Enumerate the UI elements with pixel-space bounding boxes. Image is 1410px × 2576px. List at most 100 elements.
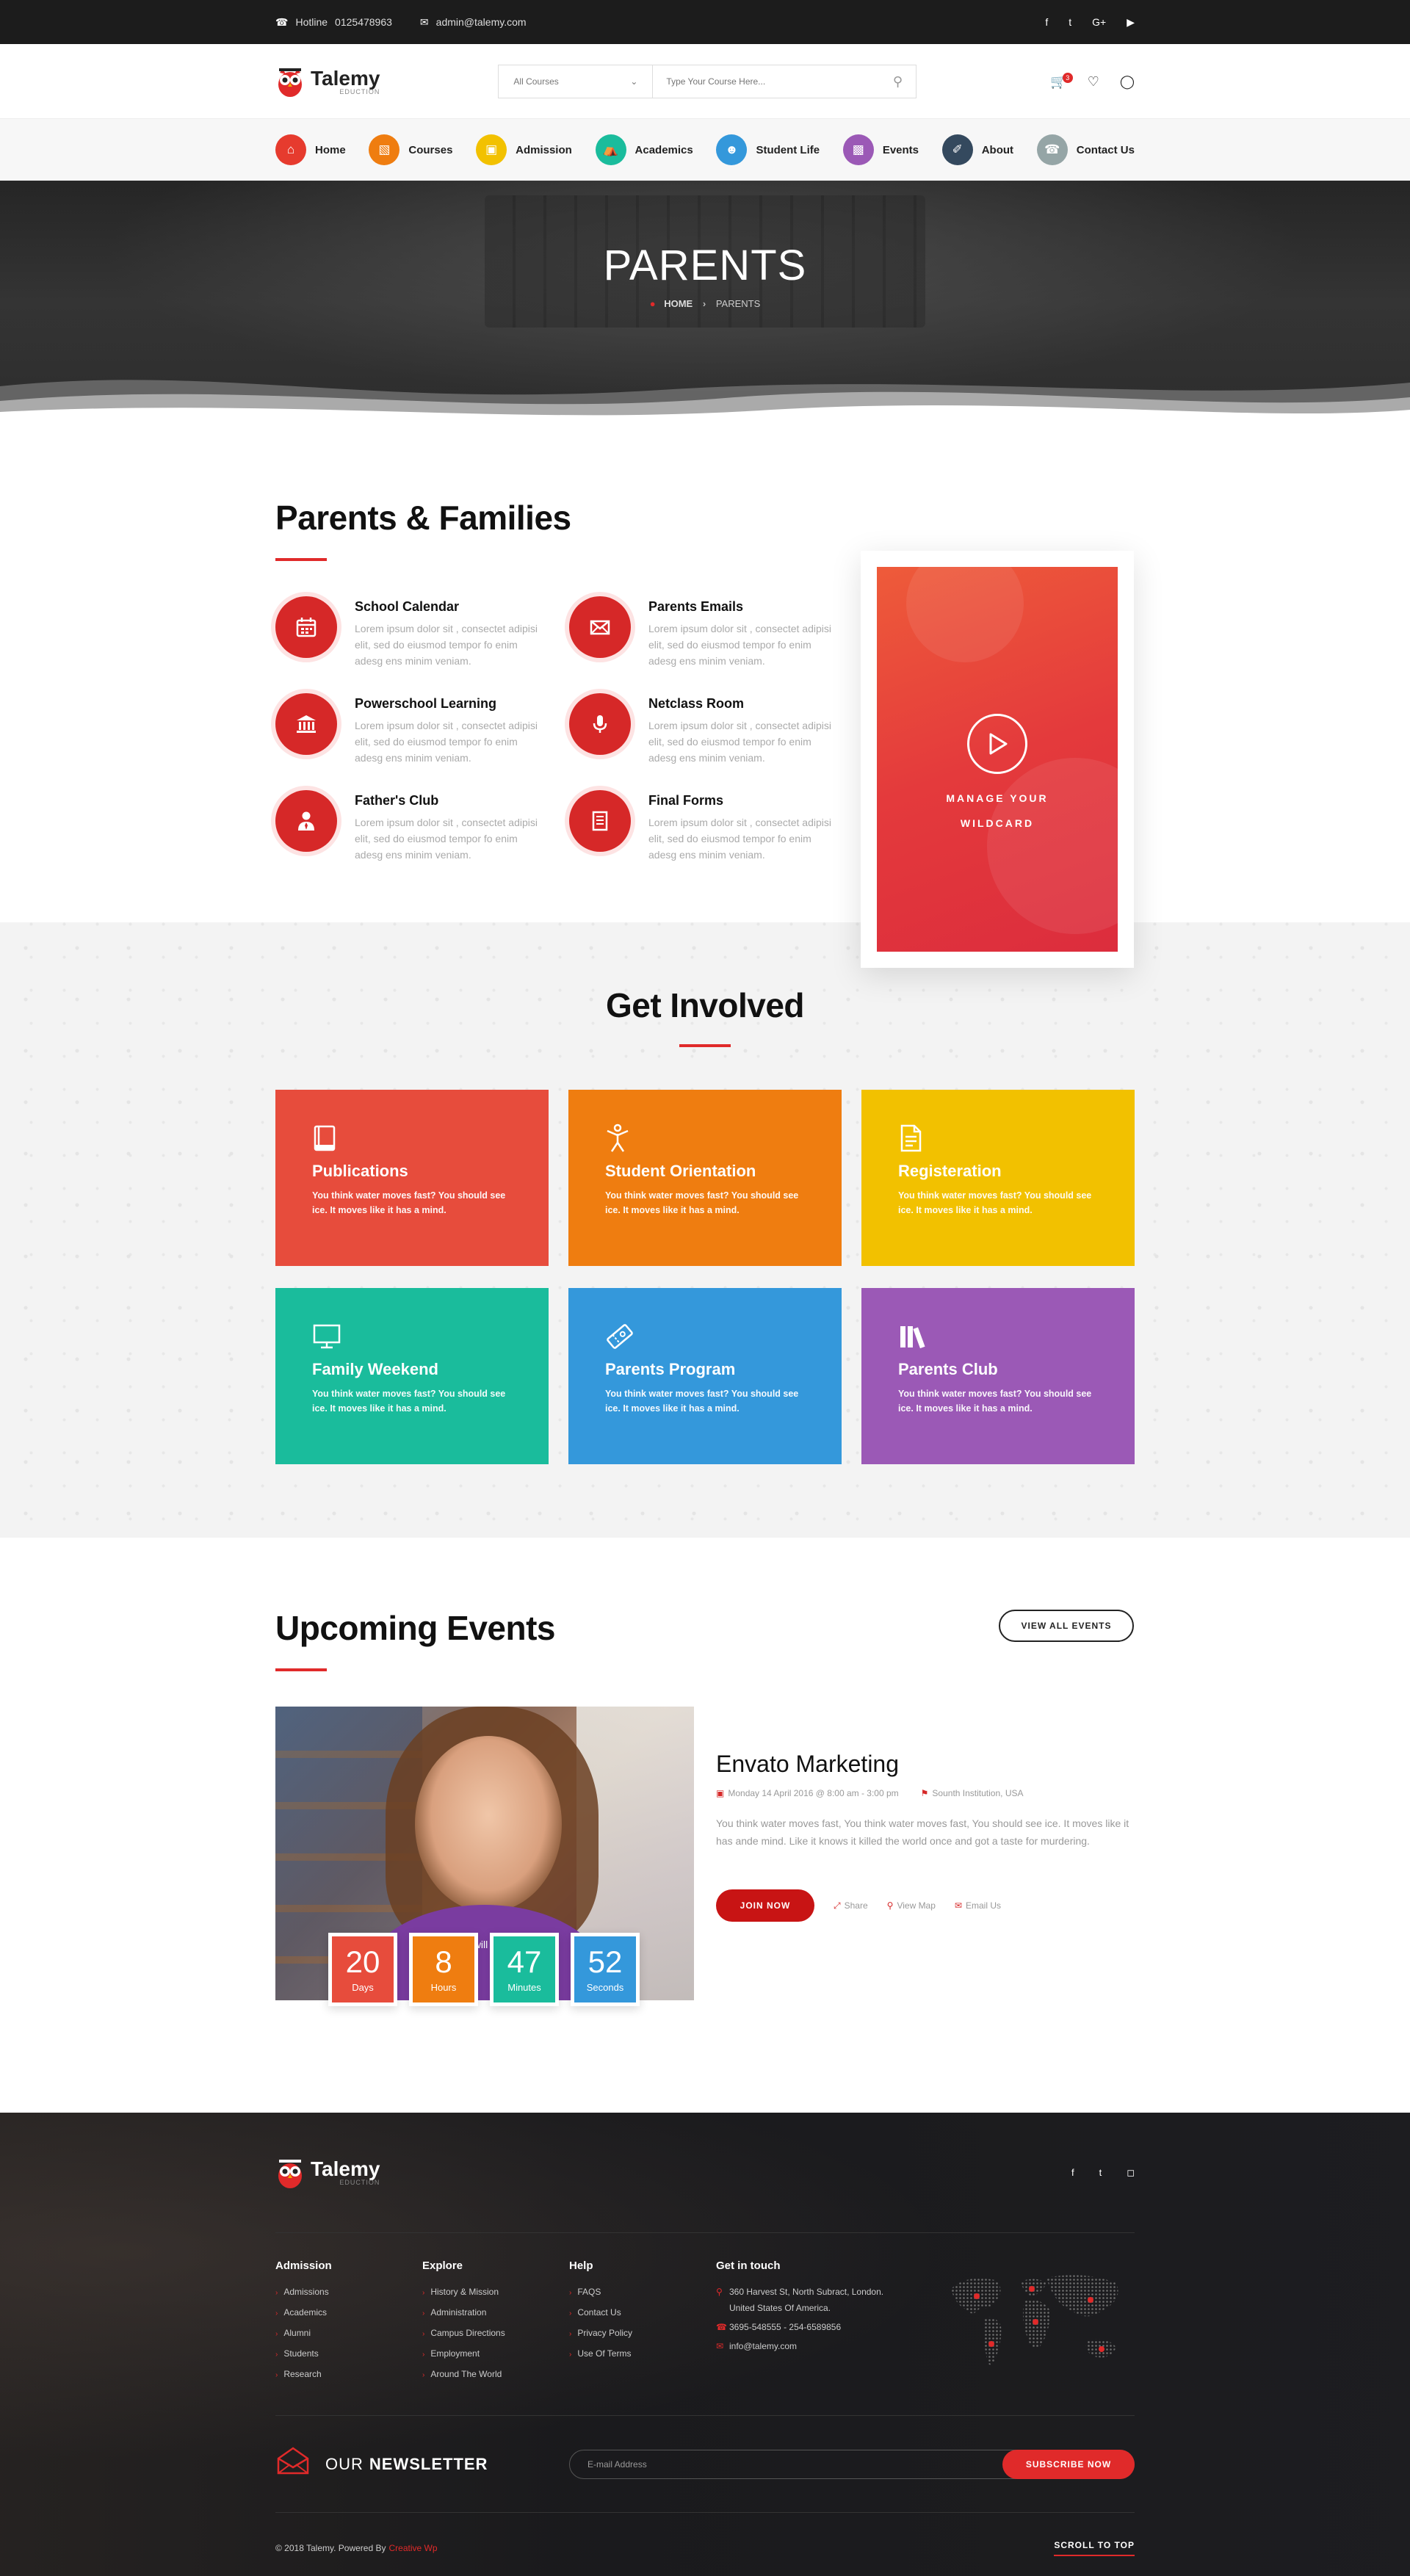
join-now-button[interactable]: JOIN NOW [716,1889,814,1922]
footer-col-title: Admission [275,2260,332,2272]
subscribe-button[interactable]: SUBSCRIBE NOW [1002,2449,1135,2479]
google-plus-icon[interactable]: G+ [1092,16,1106,29]
twitter-icon[interactable]: t [1099,2167,1102,2179]
footer-link[interactable]: › Academics [275,2307,422,2318]
chevron-right-icon: › [422,2289,425,2297]
top-email[interactable]: ✉ admin@talemy.com [420,16,527,29]
nav-item-admission[interactable]: ▣ Admission [476,134,572,165]
card-student-orientation[interactable]: Student Orientation You think water move… [568,1090,842,1266]
card-parents-club[interactable]: Parents Club You think water moves fast?… [861,1288,1135,1464]
category-select[interactable]: All Courses ⌄ [499,65,654,98]
cart-button[interactable]: 🛒 3 [1050,72,1073,90]
card-title: Publications [312,1162,408,1180]
email-us-link[interactable]: ✉ Email Us [955,1900,1001,1911]
event-date: Monday 14 April 2016 @ 8:00 am - 3:00 pm [728,1788,899,1798]
nav-item-contact[interactable]: ☎ Contact Us [1036,134,1135,165]
nav-item-courses[interactable]: ▧ Courses [369,134,452,165]
upcoming-events-section: Upcoming Events VIEW ALL EVENTS Event wi… [0,1538,1410,2110]
feature-text: Lorem ipsum dolor sit , consectet adipis… [355,817,538,861]
footer-link[interactable]: › Use Of Terms [569,2348,716,2359]
youtube-icon[interactable]: ▶ [1127,16,1135,29]
footer-email[interactable]: ✉ info@talemy.com [716,2341,936,2351]
title-underline [679,1044,731,1047]
twitter-icon[interactable]: t [1069,16,1071,29]
feature-netclass[interactable]: Netclass Room Lorem ipsum dolor sit , co… [569,693,834,766]
view-map-link[interactable]: ⚲ View Map [887,1900,936,1911]
card-publications[interactable]: Publications You think water moves fast?… [275,1090,549,1266]
monitor-icon [312,1320,512,1353]
footer-link[interactable]: › Students [275,2348,422,2359]
feature-school-calendar[interactable]: School Calendar Lorem ipsum dolor sit , … [275,596,540,669]
wildcard-video-card[interactable]: MANAGE YOUR WILDCARD [861,551,1134,968]
chevron-right-icon: › [569,2351,572,2359]
nav-item-about[interactable]: ✐ About [941,134,1014,165]
facebook-icon[interactable]: f [1045,16,1048,29]
creative-wp-link[interactable]: Creative Wp [388,2543,437,2553]
feature-title: Parents Emails [648,599,744,614]
search-input[interactable] [653,65,880,98]
footer-link[interactable]: › FAQS [569,2287,716,2297]
logo[interactable]: Talemy EDUCTION [275,65,380,98]
footer-link[interactable]: › Administration [422,2307,569,2318]
nav-label: About [981,143,1014,156]
map-pin-icon: ⚑ [920,1788,929,1798]
chevron-right-icon: › [702,298,706,309]
play-button[interactable] [967,714,1027,774]
feature-text: Lorem ipsum dolor sit , consectet adipis… [648,720,831,764]
footer-link[interactable]: › Around The World [422,2369,569,2379]
countdown-unit: Hours [430,1981,457,1993]
view-all-events-button[interactable]: VIEW ALL EVENTS [999,1610,1134,1642]
breadcrumb-home[interactable]: HOME [664,298,693,309]
facebook-icon[interactable]: f [1071,2167,1074,2179]
card-title: Registeration [898,1162,1002,1180]
document-icon [898,1122,1098,1154]
footer-link[interactable]: › History & Mission [422,2287,569,2297]
site-footer: Talemy EDUCTION f t ◻ Admission › Admissi… [0,2113,1410,2576]
nav-item-events[interactable]: ▩ Events [842,134,919,165]
user-account-icon[interactable]: ◯ [1120,74,1135,90]
nav-item-home[interactable]: ⌂ Home [275,134,346,165]
countdown-unit: Days [352,1981,374,1993]
institution-icon [275,693,337,755]
section-title: Parents & Families [275,499,571,537]
chevron-right-icon: › [275,2351,278,2359]
countdown-unit: Seconds [586,1981,624,1993]
title-underline [275,1668,327,1671]
search-button[interactable]: ⚲ [879,65,916,98]
card-family-weekend[interactable]: Family Weekend You think water moves fas… [275,1288,549,1464]
feature-fathers-club[interactable]: Father's Club Lorem ipsum dolor sit , co… [275,790,540,863]
footer-link[interactable]: › Employment [422,2348,569,2359]
card-registeration[interactable]: Registeration You think water moves fast… [861,1090,1135,1266]
footer-link[interactable]: › Alumni [275,2328,422,2338]
category-value: All Courses [513,76,559,87]
nav-item-student-life[interactable]: ☻ Student Life [716,134,820,165]
footer-link[interactable]: › Research [275,2369,422,2379]
instagram-icon[interactable]: ◻ [1127,2167,1135,2179]
card-parents-program[interactable]: Parents Program You think water moves fa… [568,1288,842,1464]
event-title[interactable]: Envato Marketing [716,1751,1135,1778]
hotline[interactable]: ☎ Hotline 0125478963 [275,16,392,29]
footer-link[interactable]: › Campus Directions [422,2328,569,2338]
section-title: Upcoming Events [275,1609,556,1647]
feature-parents-emails[interactable]: Parents Emails Lorem ipsum dolor sit , c… [569,596,834,669]
share-link[interactable]: ⤢ Share [834,1900,868,1911]
phone-icon: ☎ [716,2322,727,2332]
scroll-to-top-button[interactable]: SCROLL TO TOP [1054,2540,1135,2556]
wildcard-caption: MANAGE YOUR WILDCARD [877,786,1118,836]
top-social: f t G+ ▶ [1045,16,1135,29]
footer-col-help: Help › FAQS › Contact Us › Privacy Policy ›… [569,2260,716,2406]
footer-link[interactable]: › Contact Us [569,2307,716,2318]
wishlist-heart-icon[interactable]: ♡ [1088,74,1099,90]
wildcard-image: MANAGE YOUR WILDCARD [877,567,1118,952]
phone-icon: ☎ [1036,134,1068,165]
nav-item-academics[interactable]: ⛺ Academics [595,134,693,165]
feature-final-forms[interactable]: Final Forms Lorem ipsum dolor sit , cons… [569,790,834,863]
countdown-seconds: 52 Seconds [571,1933,640,2006]
footer-logo[interactable]: Talemy EDUCTION [275,2157,380,2189]
book-icon: ▧ [369,134,400,165]
newsletter-title: NEWSLETTER [369,2454,488,2473]
play-icon [989,733,1008,755]
footer-link[interactable]: › Privacy Policy [569,2328,716,2338]
footer-link[interactable]: › Admissions [275,2287,422,2297]
feature-powerschool[interactable]: Powerschool Learning Lorem ipsum dolor s… [275,693,540,766]
